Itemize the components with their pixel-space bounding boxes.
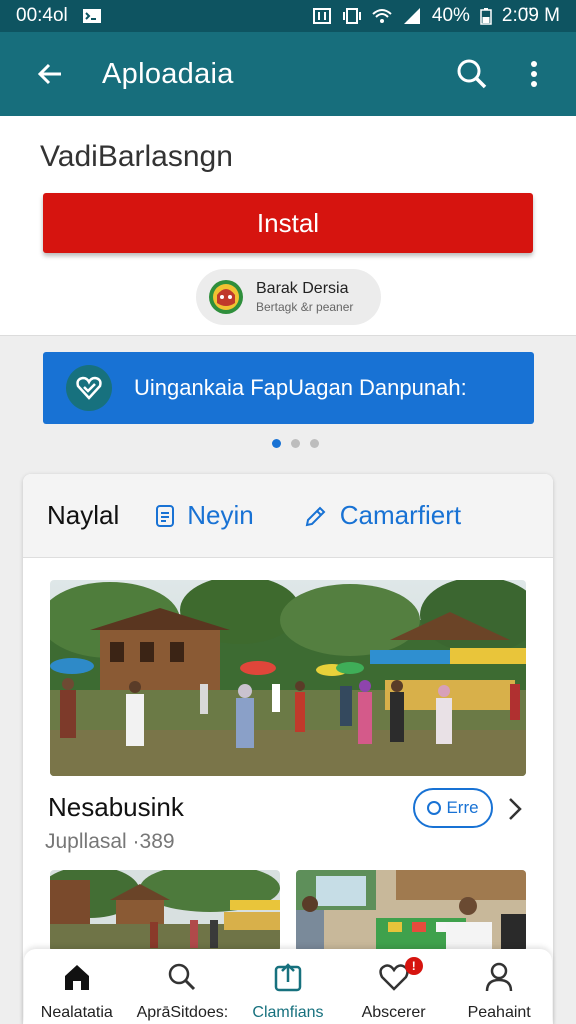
upload-icon xyxy=(274,963,302,992)
document-icon xyxy=(156,504,175,527)
nav-label: Abscerer xyxy=(361,1004,426,1021)
item-title: Nesabusink xyxy=(48,792,184,822)
battery-icon xyxy=(480,8,492,25)
app-name: VadiBarlasngn xyxy=(40,140,233,173)
app-bar: Aploadaia xyxy=(0,32,576,116)
battery-percent: 40% xyxy=(431,5,470,26)
nav-item-favorites[interactable]: ! Abscerer xyxy=(341,949,447,1024)
nfc-icon xyxy=(312,8,331,24)
more-vert-icon xyxy=(531,61,537,87)
carousel-dot[interactable] xyxy=(291,439,300,448)
nav-label: Peahaint xyxy=(467,1004,531,1021)
tab-camarfiert-label: Camarfiert xyxy=(339,500,462,530)
install-button[interactable]: Instal xyxy=(43,193,533,253)
signal-icon xyxy=(403,8,420,24)
market-photo[interactable] xyxy=(50,580,526,776)
notification-badge: ! xyxy=(404,957,423,975)
search-icon xyxy=(457,59,487,89)
search-icon xyxy=(169,963,196,991)
arrow-back-icon xyxy=(37,63,61,85)
content-card: Naylal Neyin Camarfiert Nesabusink Jupll… xyxy=(23,474,553,1024)
status-time: 00:4ol xyxy=(16,5,68,26)
nav-label: Nealatatia xyxy=(40,1004,113,1021)
terminal-icon xyxy=(82,9,101,23)
status-bar: 00:4ol 40% 2:0̈9 M xyxy=(0,0,576,32)
open-button[interactable]: Erre xyxy=(413,788,493,828)
pencil-icon xyxy=(305,506,326,526)
tab-naylal[interactable]: Naylal xyxy=(47,500,119,531)
developer-subtitle: Bertagk &r peaner xyxy=(256,300,354,314)
person-icon xyxy=(485,962,513,992)
open-button-label: Erre xyxy=(446,798,479,817)
nav-item-upload[interactable]: Clamfians xyxy=(235,949,341,1024)
tab-neyin[interactable]: Neyin xyxy=(155,500,254,531)
vibrate-icon xyxy=(342,8,361,24)
carousel-dot[interactable] xyxy=(272,439,281,448)
search-button[interactable] xyxy=(452,54,492,94)
item-subtitle: Jupllasal ·389 xyxy=(45,830,175,853)
nav-label: Clamfians xyxy=(252,1004,324,1021)
nav-item-search[interactable]: AprāSitdoes: xyxy=(130,949,236,1024)
carousel-indicator xyxy=(272,439,319,448)
banner-text: Uingankaia FapUagan Danpunah: xyxy=(134,375,467,400)
more-options-button[interactable] xyxy=(514,54,554,94)
developer-logo xyxy=(209,280,243,314)
nav-item-profile[interactable]: Peahaint xyxy=(446,949,552,1024)
back-button[interactable] xyxy=(30,54,70,94)
heart-icon xyxy=(378,964,409,991)
circle-icon xyxy=(427,801,442,815)
page-title: Aploadaia xyxy=(102,57,234,90)
tab-camarfiert[interactable]: Camarfiert xyxy=(304,500,461,531)
promo-banner[interactable]: Uingankaia FapUagan Danpunah: xyxy=(43,352,534,424)
developer-chip[interactable]: Barak Dersia Bertagk &r peaner xyxy=(196,269,381,325)
wifi-icon xyxy=(372,9,392,23)
nav-label: AprāSitdoes: xyxy=(136,1004,229,1021)
heart-shield-icon xyxy=(76,376,102,400)
card-tabs: Naylal Neyin Camarfiert xyxy=(23,474,553,558)
bottom-navigation: Nealatatia AprāSitdoes: Clamfians ! Absc… xyxy=(24,949,552,1024)
tab-neyin-label: Neyin xyxy=(187,500,254,530)
developer-name: Barak Dersia xyxy=(256,280,349,297)
app-header-panel: VadiBarlasngn Instal Barak Dersia Bertag… xyxy=(0,116,576,336)
status-clock: 2:0̈9 M xyxy=(501,5,560,26)
market-stall-thumbnail[interactable] xyxy=(296,870,526,952)
chevron-right-icon[interactable] xyxy=(505,794,525,824)
home-icon xyxy=(64,965,89,990)
nav-item-home[interactable]: Nealatatia xyxy=(24,949,130,1024)
banner-icon-circle xyxy=(66,365,112,411)
carousel-dot[interactable] xyxy=(310,439,319,448)
village-photo-thumbnail[interactable] xyxy=(50,870,280,952)
